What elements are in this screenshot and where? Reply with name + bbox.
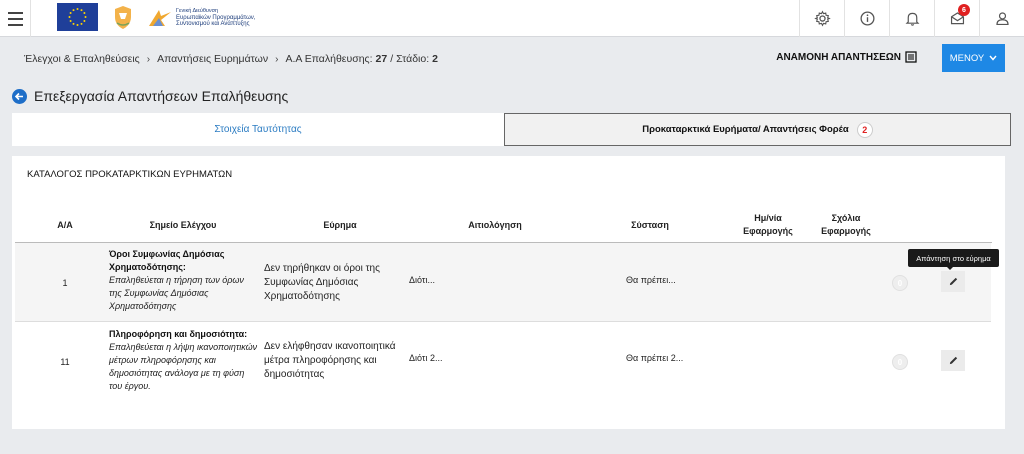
info-icon [859, 11, 875, 26]
row-checkpoint-description: Επαληθεύεται η τήρηση των όρων της Συμφω… [109, 275, 244, 311]
cyprus-emblem-logo [110, 3, 136, 31]
eu-flag-logo [57, 3, 98, 31]
column-header-justification: Αιτιολόγηση [468, 220, 522, 230]
row-recommendation: Θα πρέπει 2... [626, 353, 684, 363]
breadcrumb-stage-value: 2 [432, 53, 438, 65]
row-justification: Διότι... [409, 275, 435, 285]
breadcrumb-separator-icon: › [275, 53, 279, 65]
row-checkpoint: Πληροφόρηση και δημοσιότητα: Επαληθεύετα… [109, 328, 259, 393]
breadcrumb-separator-icon: › [146, 53, 151, 65]
breadcrumb-stage-label: Στάδιο: [396, 53, 430, 65]
table-row: 11 Πληροφόρηση και δημοσιότητα: Επαληθεύ… [15, 323, 991, 398]
pencil-icon [949, 356, 957, 365]
column-header-checkpoint: Σημείο Ελέγχου [149, 220, 217, 230]
gear-icon [813, 10, 831, 27]
comment-count-badge: 0 [892, 275, 908, 291]
menu-dropdown-button[interactable]: ΜΕΝΟΥ [942, 44, 1005, 72]
list-document-icon [905, 51, 917, 63]
column-header-application-comments-line1: Σχόλια [831, 213, 861, 223]
breadcrumb-slash: / [390, 53, 394, 65]
respond-tooltip: Απάντηση στο εύρημα [908, 249, 999, 267]
row-finding: Δεν τηρήθηκαν οι όροι της Συμφωνίας Δημό… [264, 263, 380, 302]
page-title: Επεξεργασία Απαντήσεων Επαλήθευσης [34, 88, 289, 104]
tab-preliminary-findings-label: Προκαταρκτικά Ευρήματα/ Απαντήσεις Φορέα [642, 124, 849, 135]
messages-button[interactable]: 6 [934, 0, 979, 37]
message-count-badge: 6 [958, 4, 970, 16]
row-checkpoint: Όροι Συμφωνίας Δημόσιας Χρηματοδότησης: … [109, 248, 259, 313]
directorate-logo: Γενική Διεύθυνση Ευρωπαϊκών Προγραμμάτων… [147, 3, 277, 33]
tab-preliminary-findings[interactable]: Προκαταρκτικά Ευρήματα/ Απαντήσεις Φορέα… [504, 113, 1011, 146]
row-recommendation: Θα πρέπει... [626, 275, 676, 285]
card-title: ΚΑΤΑΛΟΓΟΣ ΠΡΟΚΑΤΑΡΚΤΙΚΩΝ ΕΥΡΗΜΑΤΩΝ [27, 169, 233, 180]
tab-identity-details-label: Στοιχεία Ταυτότητας [214, 124, 302, 135]
column-header-application-comments: Σχόλια Εφαρμογής [806, 212, 886, 238]
breadcrumb: Έλεγχοι & Επαληθεύσεις › Απαντήσεις Ευρη… [10, 44, 1017, 74]
info-button[interactable] [844, 0, 889, 37]
respond-to-finding-button[interactable] [941, 350, 965, 371]
bell-icon [905, 12, 919, 26]
top-header: Γενική Διεύθυνση Ευρωπαϊκών Προγραμμάτων… [0, 0, 1024, 37]
column-header-finding: Εύρημα [323, 220, 357, 230]
breadcrumb-item-findings-responses[interactable]: Απαντήσεις Ευρημάτων [157, 53, 268, 65]
row-aa: 11 [60, 357, 70, 367]
column-header-application-date-line1: Ημ/νία [754, 213, 782, 223]
user-icon [995, 12, 1009, 26]
settings-button[interactable] [799, 0, 844, 37]
column-header-aa: Α/Α [57, 220, 73, 230]
row-aa: 1 [62, 278, 68, 288]
hamburger-menu-icon[interactable] [0, 0, 31, 37]
respond-to-finding-button[interactable] [941, 271, 965, 292]
row-checkpoint-title: Όροι Συμφωνίας Δημόσιας Χρηματοδότησης: [109, 249, 225, 272]
column-header-application-date-line2: Εφαρμογής [743, 226, 793, 236]
row-checkpoint-title: Πληροφόρηση και δημοσιότητα: [109, 329, 248, 339]
pending-responses-button[interactable]: ΑΝΑΜΟΝΗ ΑΠΑΝΤΗΣΕΩΝ [776, 51, 917, 63]
tab-identity-details[interactable]: Στοιχεία Ταυτότητας [12, 113, 504, 146]
chevron-down-icon [989, 55, 997, 61]
row-checkpoint-description: Επαληθεύεται η λήψη ικανοποιητικών μέτρω… [109, 342, 258, 391]
breadcrumb-verification-label: Α.Α Επαλήθευσης: [285, 53, 373, 65]
pending-responses-label: ΑΝΑΜΟΝΗ ΑΠΑΝΤΗΣΕΩΝ [776, 51, 901, 63]
findings-count-badge: 2 [856, 121, 873, 138]
user-profile-button[interactable] [979, 0, 1024, 37]
table-row: 1 Όροι Συμφωνίας Δημόσιας Χρηματοδότησης… [15, 243, 991, 322]
row-finding: Δεν ελήφθησαν ικανοποιητικά μέτρα πληροφ… [264, 341, 396, 380]
back-arrow-icon[interactable] [12, 88, 27, 104]
breadcrumb-item-checks[interactable]: Έλεγχοι & Επαληθεύσεις [24, 53, 140, 65]
comment-count-badge: 0 [892, 354, 908, 370]
pencil-icon [949, 277, 957, 286]
tooltip-arrow [946, 266, 954, 270]
notifications-button[interactable] [889, 0, 934, 37]
menu-label: ΜΕΝΟΥ [949, 52, 985, 64]
column-header-recommendation: Σύσταση [631, 220, 669, 230]
column-header-application-comments-line2: Εφαρμογής [821, 226, 871, 236]
column-header-application-date: Ημ/νία Εφαρμογής [728, 212, 808, 238]
row-justification: Διότι 2... [409, 353, 443, 363]
logo-text-line-3: Συντονισμού και Ανάπτυξης [176, 21, 250, 28]
breadcrumb-verification-id: 27 [375, 53, 388, 65]
